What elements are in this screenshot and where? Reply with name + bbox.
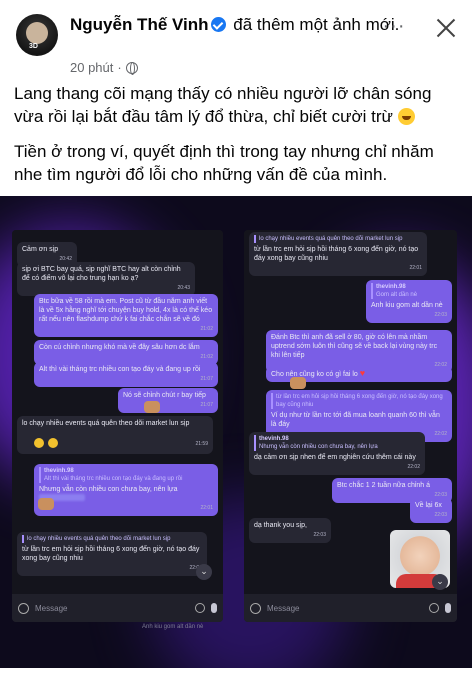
microphone-icon[interactable] [445, 603, 451, 613]
avatar-face [26, 22, 48, 44]
paragraph-1-text: Lang thang cõi mạng thấy có nhiều người … [14, 84, 432, 126]
chat-message: lo chạy nhiều events quá quên theo dõi m… [17, 416, 213, 454]
post-text: Lang thang cõi mạng thấy có nhiều người … [14, 82, 460, 198]
post-header: 3D Nguyễn Thế Vinh đã thêm một ảnh mới. … [0, 0, 472, 86]
post-title-line: Nguyễn Thế Vinh đã thêm một ảnh mới. [70, 13, 410, 36]
more-options-button[interactable]: ··· [379, 16, 409, 40]
sticker-image [34, 438, 44, 448]
verified-badge-icon [210, 17, 226, 32]
chat-message: Btc bữa về 58 rồi mà em. Post cũ từ đầu … [34, 294, 218, 337]
message-composer: Message [244, 594, 457, 622]
chat-message-reply: thevinh.98 Alt thì vài tháng trc nhiều co… [34, 464, 218, 516]
sticker-image [144, 401, 160, 413]
message-composer: Message [12, 594, 223, 622]
grin-emoji-icon [397, 108, 415, 125]
globe-icon[interactable] [125, 61, 138, 75]
message-input[interactable]: Message [267, 604, 423, 613]
microphone-icon[interactable] [211, 603, 217, 613]
chat-message: sịp ơi BTC bay quá, sịp nghĩ BTC hay alt… [17, 262, 195, 296]
post-paragraph-2: Tiền ở trong ví, quyết định thì trong ta… [14, 142, 434, 184]
chat-message: Về lại 6x 22:03 [410, 498, 452, 523]
reply-quote: lo chạy nhiều events quá quên theo dõi m… [22, 535, 202, 543]
post-meta: 20 phút · [70, 60, 138, 75]
heart-icon: ♥ [359, 368, 366, 378]
left-footer-hint: Anh kiu gom alt dần nè [142, 624, 204, 630]
scroll-down-button[interactable]: ⌄ [432, 574, 448, 590]
chat-message: Alt thì vài tháng trc nhiều con tạo đáy … [34, 362, 218, 387]
sticker-image [48, 438, 58, 448]
post-time[interactable]: 20 phút [70, 60, 113, 75]
reply-quote: thevinh.98 Nhưng vẫn còn nhiều con chưa b… [254, 435, 420, 451]
timer-icon[interactable] [429, 603, 439, 613]
timer-icon[interactable] [195, 603, 205, 613]
chat-screenshot-right: lo chạy nhiều events quá quên theo dõi m… [244, 230, 457, 622]
meta-separator: · [117, 60, 122, 75]
author-name[interactable]: Nguyễn Thế Vinh [70, 15, 209, 34]
chat-message-reply: thevinh.98 Gom alt dần nè Anh kiu gom alt… [366, 280, 452, 323]
reply-quote: từ lần trc em hỏi sịp hồi tháng 6 xong đ… [271, 393, 447, 409]
post-action: đã thêm một ảnh mới. [233, 15, 400, 34]
chat-message-reply: lo chạy nhiều events quá quên theo dõi m… [249, 232, 427, 276]
chat-message: Nó sẽ chỉnh chút r bay tiếp 21:07 [118, 388, 218, 413]
chat-screenshot-left: Cảm ơn sịp 20:42 sịp ơi BTC bay quá, sịp … [12, 230, 223, 622]
message-input[interactable]: Message [35, 604, 189, 613]
post-photo[interactable]: Cảm ơn sịp 20:42 sịp ơi BTC bay quá, sịp … [0, 196, 472, 668]
chat-message-reply: lo chạy nhiều events quá quên theo dõi m… [17, 532, 207, 576]
reply-quote: thevinh.98 Gom alt dần nè [371, 283, 447, 299]
post-paragraph-1: Lang thang cõi mạng thấy có nhiều người … [14, 82, 460, 128]
attach-icon[interactable] [250, 602, 261, 614]
sticker-image [38, 498, 54, 510]
chat-area: Cảm ơn sịp 20:42 sịp ơi BTC bay quá, sịp … [12, 230, 223, 594]
reply-quote: thevinh.98 Alt thì vài tháng trc nhiều co… [39, 467, 213, 483]
sticker-image [290, 377, 306, 389]
author-avatar[interactable]: 3D [16, 14, 58, 56]
chat-area: lo chạy nhiều events quá quên theo dõi m… [244, 230, 457, 594]
scroll-down-button[interactable]: ⌄ [196, 564, 212, 580]
avatar-tag: 3D [29, 43, 38, 50]
chat-message: dạ thank you sịp, 22:03 [249, 518, 331, 543]
reply-quote: lo chạy nhiều events quá quên theo dõi m… [254, 235, 422, 243]
chat-message-reply: thevinh.98 Nhưng vẫn còn nhiều con chưa b… [249, 432, 425, 475]
attach-icon[interactable] [18, 602, 29, 614]
close-icon[interactable] [432, 14, 460, 42]
